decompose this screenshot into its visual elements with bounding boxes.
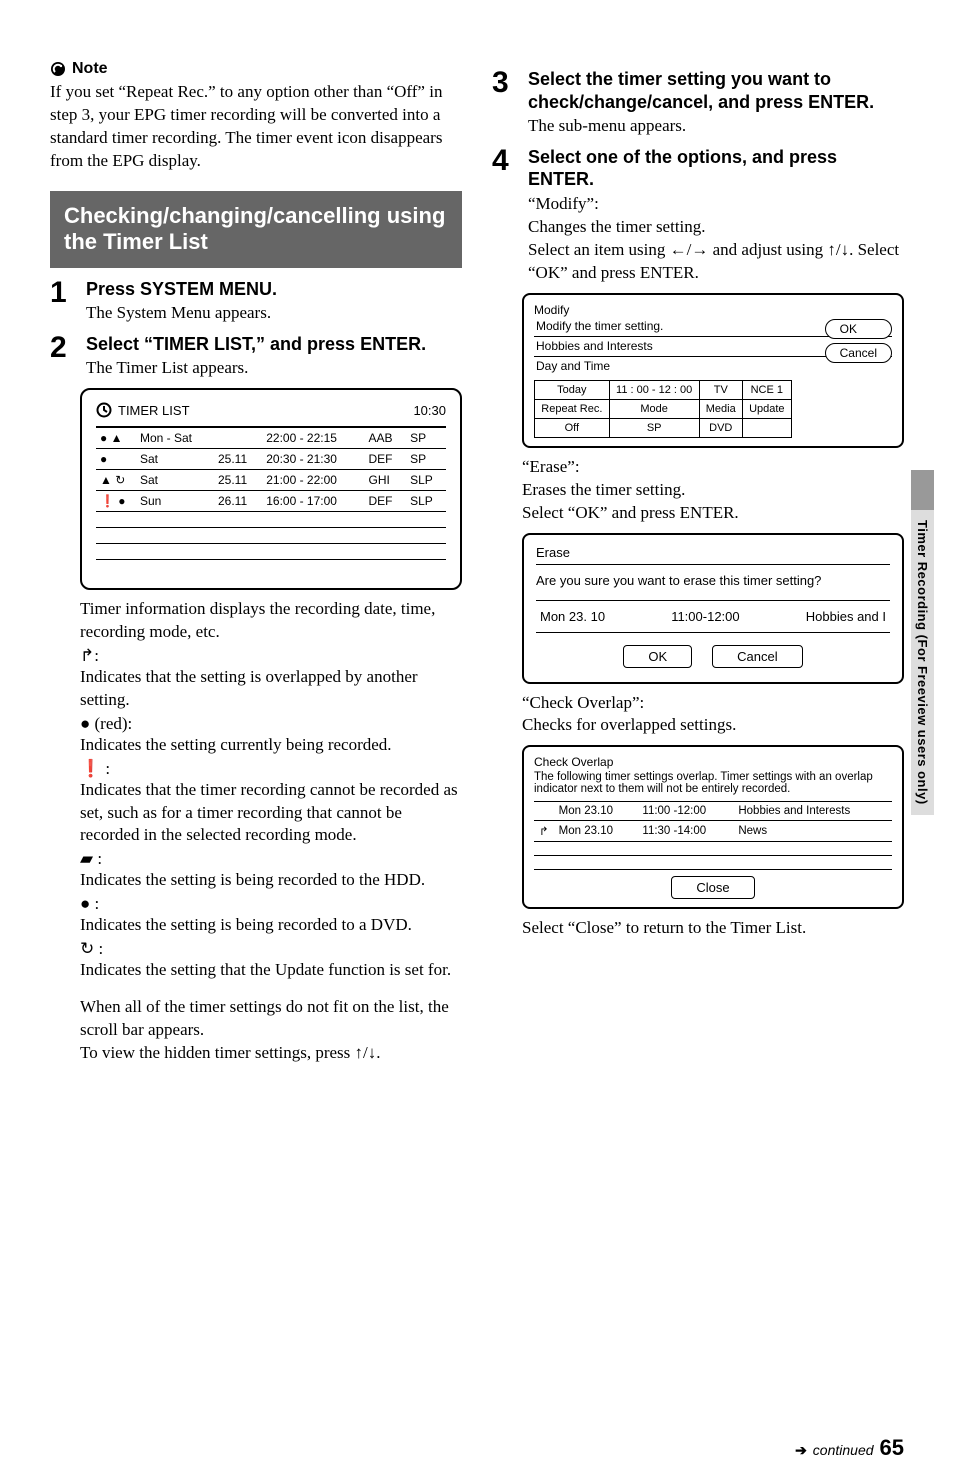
- table-row: ▲ ↻Sat25.1121:00 - 22:00GHISLP: [96, 470, 446, 491]
- page-number: 65: [880, 1435, 904, 1461]
- desc-hdd: Indicates the setting is being recorded …: [80, 869, 462, 892]
- step4-title: Select one of the options, and press ENT…: [528, 146, 904, 191]
- overlap-desc: The following timer settings overlap. Ti…: [534, 771, 892, 795]
- note-body: If you set “Repeat Rec.” to any option o…: [50, 81, 462, 173]
- footer: ➔ continued 65: [795, 1435, 904, 1461]
- step1-title: Press SYSTEM MENU.: [86, 278, 462, 301]
- close-button[interactable]: Close: [671, 876, 754, 899]
- erase-row-name: Hobbies and I: [806, 609, 886, 624]
- desc-intro: Timer information displays the recording…: [80, 598, 462, 644]
- section-title: Checking/changing/cancelling using the T…: [50, 191, 462, 268]
- erase-panel-title: Erase: [536, 545, 890, 565]
- modify-panel-title: Modify: [534, 303, 892, 317]
- desc-overlap: Indicates that the setting is overlapped…: [80, 666, 462, 712]
- erase-row-time: 11:00-12:00: [671, 609, 739, 624]
- timer-list-clock: 10:30: [413, 403, 446, 418]
- overlap-after: Select “Close” to return to the Timer Li…: [522, 917, 904, 940]
- erase-cancel-button[interactable]: Cancel: [712, 645, 802, 668]
- table-row: Mon 23.1011:00 -12:00Hobbies and Interes…: [534, 802, 892, 821]
- upd-icon-label: ↻ :: [80, 939, 462, 959]
- table-row: ↱Mon 23.1011:30 -14:00News: [534, 821, 892, 842]
- overlap-label: “Check Overlap”:: [522, 692, 904, 715]
- erase-question: Are you sure you want to erase this time…: [536, 573, 890, 588]
- timer-list-title: TIMER LIST: [118, 403, 190, 418]
- step-number-1: 1: [50, 278, 76, 325]
- erase-label: “Erase”:: [522, 456, 904, 479]
- overlap-l1: Checks for overlapped settings.: [522, 714, 904, 737]
- desc-scroll2: To view the hidden timer settings, press…: [80, 1042, 462, 1065]
- erase-l1: Erases the timer setting.: [522, 479, 904, 502]
- step-number-3: 3: [492, 68, 518, 138]
- cancel-button[interactable]: Cancel: [825, 343, 892, 363]
- modify-table: Today11 : 00 - 12 : 00TVNCE 1 Repeat Rec…: [534, 380, 792, 438]
- step3-sub: The sub-menu appears.: [528, 115, 904, 138]
- step-number-4: 4: [492, 146, 518, 285]
- step1-sub: The System Menu appears.: [86, 302, 462, 325]
- overlap-panel: Check Overlap The following timer settin…: [522, 745, 904, 909]
- erase-l2: Select “OK” and press ENTER.: [522, 502, 904, 525]
- modify-l2: Select an item using ←/→ and adjust usin…: [528, 239, 904, 285]
- warn-icon-label: ❗ :: [80, 759, 462, 779]
- erase-row-date: Mon 23. 10: [540, 609, 605, 624]
- note-icon: [50, 61, 66, 77]
- overlap-panel-title: Check Overlap: [534, 755, 892, 769]
- modify-l1: Changes the timer setting.: [528, 216, 904, 239]
- modify-label: “Modify”:: [528, 193, 904, 216]
- table-row: ❗ ●Sun26.1116:00 - 17:00DEFSLP: [96, 491, 446, 512]
- table-row: ● ▲Mon - Sat22:00 - 22:15AABSP: [96, 427, 446, 449]
- desc-red: Indicates the setting currently being re…: [80, 734, 462, 757]
- step2-title: Select “TIMER LIST,” and press ENTER.: [86, 333, 462, 356]
- erase-ok-button[interactable]: OK: [623, 645, 692, 668]
- red-icon-label: ● (red):: [80, 714, 462, 734]
- continued-label: continued: [813, 1442, 874, 1458]
- desc-dvd: Indicates the setting is being recorded …: [80, 914, 462, 937]
- desc-upd: Indicates the setting that the Update fu…: [80, 959, 462, 982]
- overlap-table: Mon 23.1011:00 -12:00Hobbies and Interes…: [534, 801, 892, 870]
- erase-panel: Erase Are you sure you want to erase thi…: [522, 533, 904, 684]
- overlap-icon-label: ↱:: [80, 646, 462, 666]
- side-tab: Timer Recording (For Freeview users only…: [911, 510, 934, 815]
- desc-scroll1: When all of the timer settings do not fi…: [80, 996, 462, 1042]
- clock-icon: [96, 402, 112, 418]
- ok-button[interactable]: OK: [825, 319, 892, 339]
- table-row: ●Sat25.1120:30 - 21:30DEFSP: [96, 449, 446, 470]
- desc-warn: Indicates that the timer recording canno…: [80, 779, 462, 848]
- note-heading: Note: [50, 60, 462, 78]
- modify-panel: Modify Modify the timer setting. Hobbies…: [522, 293, 904, 448]
- note-label: Note: [72, 60, 108, 78]
- dvd-icon-label: ● :: [80, 894, 462, 914]
- timer-list-panel: TIMER LIST 10:30 ● ▲Mon - Sat22:00 - 22:…: [80, 388, 462, 590]
- timer-list-table: ● ▲Mon - Sat22:00 - 22:15AABSP ●Sat25.11…: [96, 426, 446, 576]
- hdd-icon-label: ▰ :: [80, 849, 462, 869]
- step-number-2: 2: [50, 333, 76, 380]
- continued-arrow-icon: ➔: [795, 1442, 807, 1459]
- step3-title: Select the timer setting you want to che…: [528, 68, 904, 113]
- step2-sub: The Timer List appears.: [86, 357, 462, 380]
